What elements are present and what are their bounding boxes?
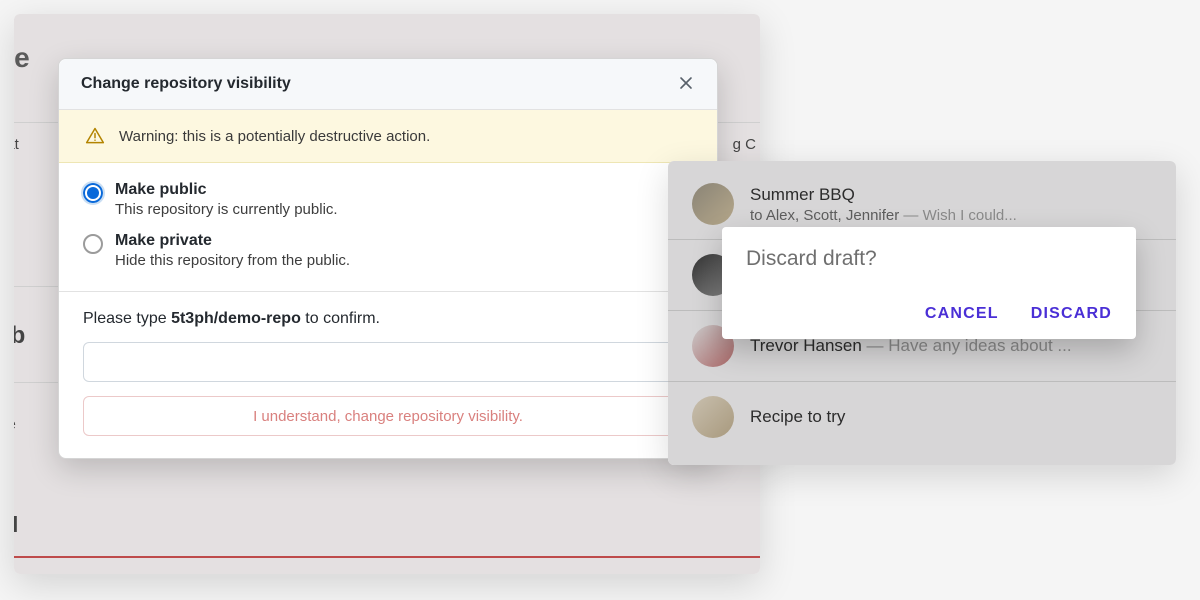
discard-button[interactable]: DISCARD bbox=[1031, 305, 1112, 323]
list-item-text: Summer BBQ to Alex, Scott, Jennifer — Wi… bbox=[750, 185, 1152, 224]
github-visibility-panel: ve eat g C lue LF ub se el Change reposi… bbox=[14, 14, 760, 574]
option-text: Make public This repository is currently… bbox=[115, 181, 338, 218]
bg-fragment: el bbox=[14, 512, 18, 538]
warning-banner: Warning: this is a potentially destructi… bbox=[59, 110, 717, 163]
dialog-title: Change repository visibility bbox=[81, 75, 291, 93]
avatar bbox=[692, 183, 734, 225]
option-make-private[interactable]: Make private Hide this repository from t… bbox=[83, 232, 693, 269]
list-item-sub: to Alex, Scott, Jennifer — Wish I could.… bbox=[750, 207, 1152, 224]
dialog-body: Make public This repository is currently… bbox=[59, 163, 717, 292]
confirm-section: Please type 5t3ph/demo-repo to confirm. … bbox=[59, 292, 717, 458]
list-item-text: Trevor Hansen — Have any ideas about ... bbox=[750, 336, 1152, 356]
radio-icon bbox=[83, 234, 103, 254]
radio-icon bbox=[83, 183, 103, 203]
list-item-text: Recipe to try bbox=[750, 407, 1152, 427]
discard-dialog-title: Discard draft? bbox=[746, 247, 1112, 271]
bg-fragment: ub bbox=[14, 322, 25, 350]
warning-triangle-icon bbox=[85, 126, 105, 146]
visibility-dialog: Change repository visibility Warning: th… bbox=[58, 58, 718, 459]
list-item-sub-to: to Alex, Scott, Jennifer bbox=[750, 207, 899, 224]
list-item-line: Recipe to try bbox=[750, 407, 1152, 427]
option-title: Make private bbox=[115, 232, 350, 250]
list-item-title: Summer BBQ bbox=[750, 185, 1152, 205]
option-text: Make private Hide this repository from t… bbox=[115, 232, 350, 269]
confirm-suffix: to confirm. bbox=[301, 310, 380, 327]
dialog-header: Change repository visibility bbox=[59, 59, 717, 110]
close-icon bbox=[678, 75, 694, 94]
confirm-prefix: Please type bbox=[83, 310, 171, 327]
cancel-button[interactable]: CANCEL bbox=[925, 305, 999, 323]
confirm-repo-name: 5t3ph/demo-repo bbox=[171, 310, 301, 327]
list-item-line: Trevor Hansen — Have any ideas about ... bbox=[750, 336, 1152, 356]
bg-divider bbox=[14, 556, 760, 558]
visibility-options: Make public This repository is currently… bbox=[83, 181, 693, 287]
avatar bbox=[692, 396, 734, 438]
material-discard-panel: Summer BBQ to Alex, Scott, Jennifer — Wi… bbox=[668, 161, 1176, 465]
list-item-name: Recipe to try bbox=[750, 407, 845, 426]
bg-fragment: eat bbox=[14, 136, 19, 153]
list-item[interactable]: Recipe to try bbox=[668, 382, 1176, 452]
close-button[interactable] bbox=[677, 75, 695, 93]
confirm-instruction: Please type 5t3ph/demo-repo to confirm. bbox=[83, 310, 693, 328]
warning-text: Warning: this is a potentially destructi… bbox=[119, 128, 430, 145]
option-desc: Hide this repository from the public. bbox=[115, 252, 350, 269]
confirm-input[interactable] bbox=[83, 342, 693, 382]
option-desc: This repository is currently public. bbox=[115, 201, 338, 218]
discard-dialog: Discard draft? CANCEL DISCARD bbox=[722, 227, 1136, 339]
dialog-actions: CANCEL DISCARD bbox=[746, 305, 1112, 323]
list-item-sub-trail: — Wish I could... bbox=[899, 207, 1017, 224]
option-make-public[interactable]: Make public This repository is currently… bbox=[83, 181, 693, 218]
option-title: Make public bbox=[115, 181, 338, 199]
confirm-submit-button[interactable]: I understand, change repository visibili… bbox=[83, 396, 693, 436]
bg-fragment: se bbox=[14, 416, 16, 433]
bg-fragment: g C bbox=[733, 136, 756, 153]
bg-fragment: ve bbox=[14, 42, 30, 74]
